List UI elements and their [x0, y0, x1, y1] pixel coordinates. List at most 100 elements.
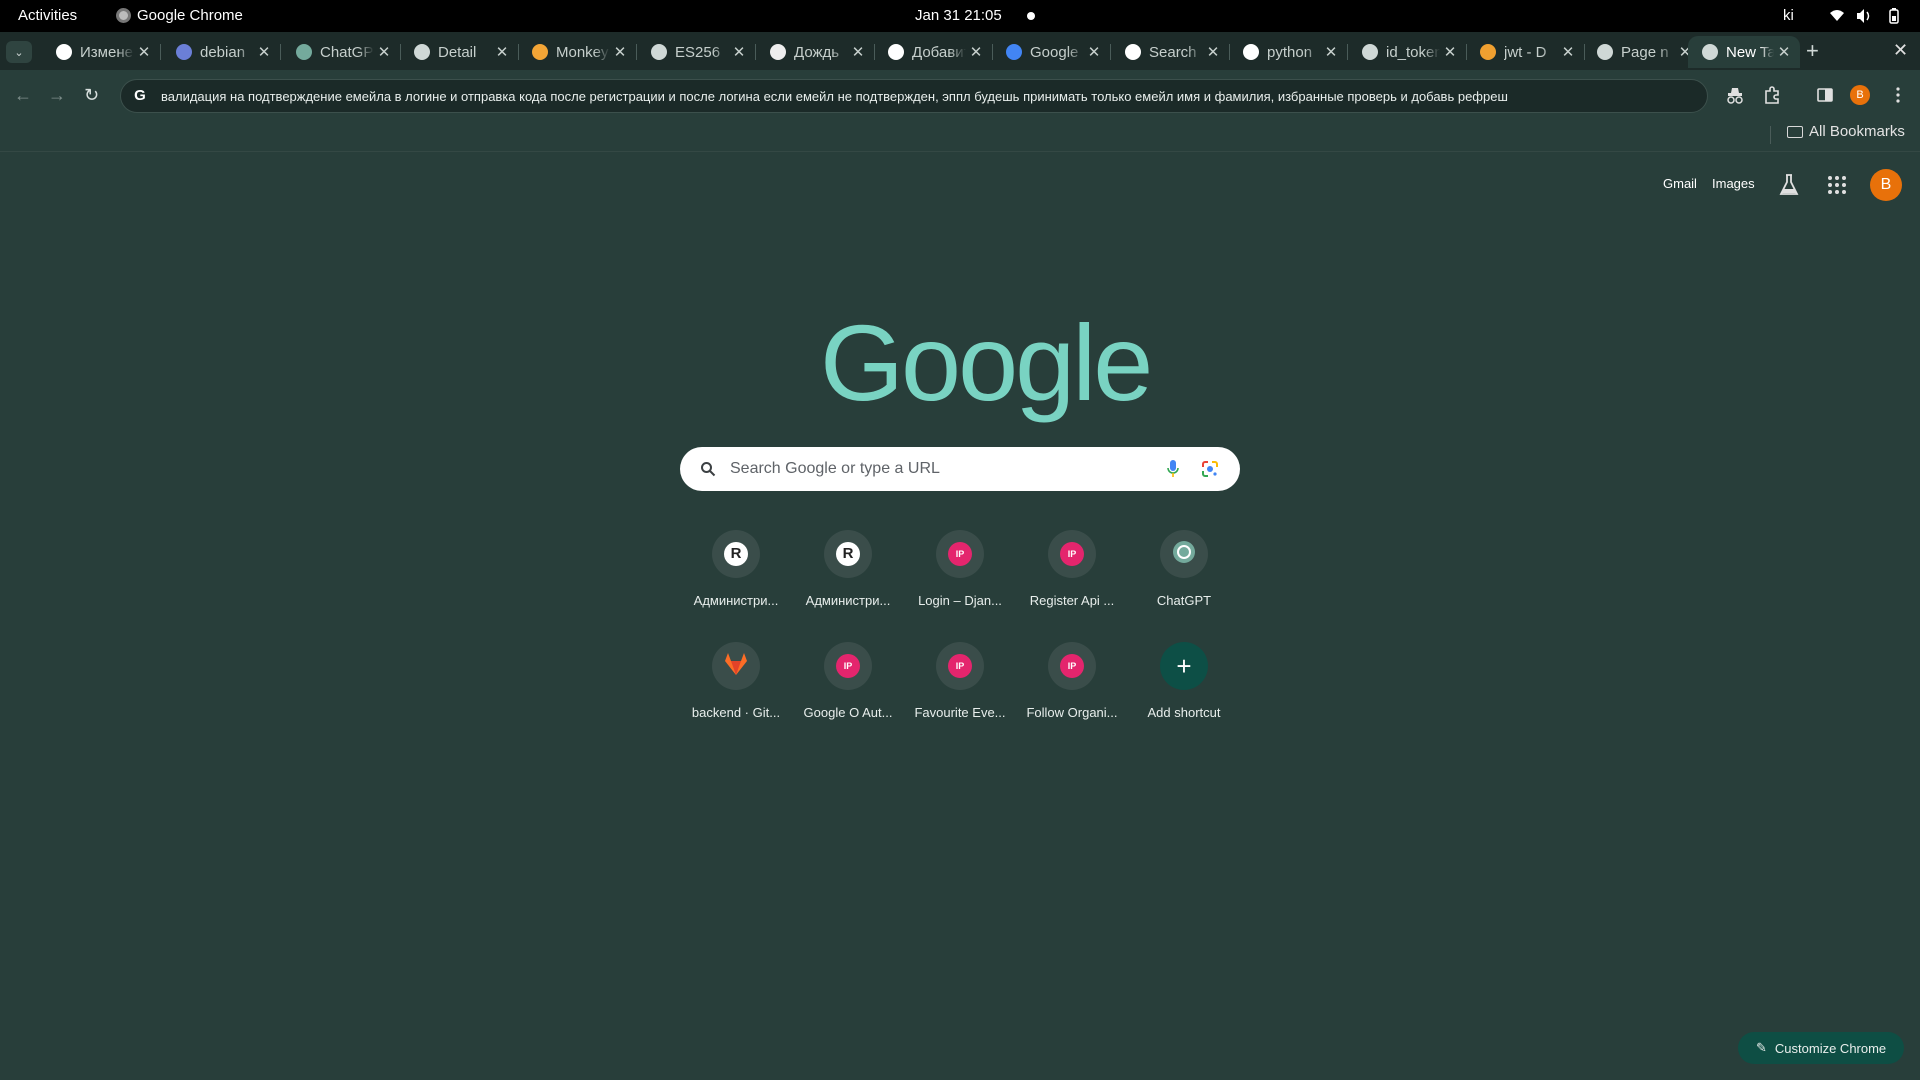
shortcut-tile[interactable]: IP Follow Organi... — [1016, 632, 1128, 744]
tab-close-icon[interactable]: ✕ — [1084, 43, 1104, 61]
bookmarks-separator — [1770, 126, 1771, 144]
tab-close-icon[interactable]: ✕ — [1440, 43, 1460, 61]
search-placeholder[interactable]: Search Google or type a URL — [730, 460, 940, 478]
shortcut-icon-circle: R — [712, 530, 760, 578]
tab[interactable]: Дождь ✕ — [756, 36, 875, 68]
tab[interactable]: python ✕ — [1229, 36, 1348, 68]
gmail-link[interactable]: Gmail — [1663, 176, 1697, 191]
tab-title: debian — [200, 43, 246, 61]
reload-button[interactable]: ↻ — [84, 85, 99, 106]
ip-favicon-icon: IP — [948, 654, 972, 678]
shortcut-icon-circle: IP — [936, 642, 984, 690]
tab[interactable]: Добавить✕ — [874, 36, 993, 68]
profile-avatar-button[interactable]: B — [1850, 85, 1870, 105]
tab-strip: ⌄ Изменение✕debian✕ChatGPT✕Detail✕Monkey… — [0, 32, 1920, 70]
tab-separator — [160, 44, 161, 60]
tab[interactable]: Search ✕ — [1111, 36, 1230, 68]
shortcut-label: Favourite Eve... — [914, 705, 1006, 720]
tab[interactable]: ES256 ✕ — [637, 36, 756, 68]
tab[interactable]: Detail ✕ — [400, 36, 519, 68]
tab-close-icon[interactable]: ✕ — [374, 43, 394, 61]
app-menu[interactable]: Google Chrome — [116, 7, 243, 24]
tab-close-icon[interactable]: ✕ — [1321, 43, 1341, 61]
apps-grid-icon[interactable] — [1827, 175, 1847, 195]
tab-close-icon[interactable]: ✕ — [492, 43, 512, 61]
tab-title: Google — [1030, 43, 1079, 61]
tab-close-icon[interactable]: ✕ — [1774, 43, 1794, 61]
tab[interactable]: Page n ✕ — [1583, 36, 1702, 68]
google-favicon-icon — [1243, 44, 1259, 60]
tab-close-icon[interactable]: ✕ — [134, 43, 154, 61]
chatgpt-icon — [1172, 540, 1196, 569]
shortcut-icon-circle: + — [1160, 642, 1208, 690]
address-bar[interactable]: G валидация на подтверждение емейла в ло… — [120, 79, 1708, 113]
tab-search-button[interactable]: ⌄ — [6, 41, 32, 63]
tab[interactable]: Monkey ✕ — [518, 36, 637, 68]
add-shortcut-tile[interactable]: + Add shortcut — [1128, 632, 1240, 744]
shortcut-tile[interactable]: ChatGPT — [1128, 520, 1240, 632]
search-icon — [701, 462, 716, 477]
address-bar-text[interactable]: валидация на подтверждение емейла в логи… — [161, 89, 1508, 104]
clock[interactable]: Jan 31 21:05 — [915, 7, 1002, 24]
tab-close-icon[interactable]: ✕ — [1203, 43, 1223, 61]
shortcut-tile[interactable]: R Администри... — [680, 520, 792, 632]
all-bookmarks-button[interactable]: All Bookmarks — [1787, 123, 1905, 140]
tab-title: Detail — [438, 43, 477, 61]
extensions-icon[interactable] — [1763, 85, 1783, 105]
tab-title: Дождь — [794, 43, 840, 61]
notification-dot-icon — [1027, 12, 1035, 20]
new-tab-button[interactable]: + — [1806, 38, 1819, 64]
shortcut-tile[interactable]: IP Favourite Eve... — [904, 632, 1016, 744]
tab-title: ChatGPT — [320, 43, 374, 61]
window-close-button[interactable]: ✕ — [1893, 40, 1908, 61]
R-favicon-icon — [56, 44, 72, 60]
keyboard-layout-indicator[interactable]: ki — [1783, 7, 1794, 24]
labs-flask-icon[interactable] — [1778, 173, 1800, 197]
tab-title: Изменение — [80, 43, 134, 61]
shortcut-tile[interactable]: backend · Git... — [680, 632, 792, 744]
volume-icon[interactable] — [1856, 8, 1872, 24]
back-button[interactable]: ← — [14, 85, 32, 106]
customize-chrome-button[interactable]: ✎ Customize Chrome — [1738, 1032, 1904, 1064]
shortcut-tile[interactable]: R Администри... — [792, 520, 904, 632]
tab[interactable]: Google ✕ — [992, 36, 1111, 68]
google-logo: Google — [820, 302, 1153, 423]
wifi-icon[interactable] — [1829, 8, 1845, 24]
forward-button[interactable]: → — [48, 85, 66, 106]
folder-icon — [1787, 125, 1803, 138]
chrome-icon — [116, 8, 131, 23]
ntp-search-box[interactable]: Search Google or type a URL — [680, 447, 1240, 491]
tab-close-icon[interactable]: ✕ — [848, 43, 868, 61]
ip-favicon-icon: IP — [836, 654, 860, 678]
all-bookmarks-label: All Bookmarks — [1809, 123, 1905, 140]
incognito-icon[interactable] — [1725, 85, 1745, 105]
shortcut-tile[interactable]: IP Register Api ... — [1016, 520, 1128, 632]
ip-favicon-icon: IP — [1060, 654, 1084, 678]
tab-close-icon[interactable]: ✕ — [966, 43, 986, 61]
battery-icon[interactable] — [1886, 8, 1902, 24]
images-link[interactable]: Images — [1712, 176, 1755, 191]
tab-title: New Tab — [1726, 43, 1774, 61]
side-panel-icon[interactable] — [1815, 85, 1835, 105]
account-avatar[interactable]: B — [1870, 169, 1902, 201]
shortcut-tile[interactable]: IP Login – Djan... — [904, 520, 1016, 632]
menu-kebab-icon[interactable] — [1888, 85, 1908, 105]
shortcut-label: ChatGPT — [1156, 593, 1212, 608]
shortcut-label: Follow Organi... — [1026, 705, 1118, 720]
voice-search-icon[interactable] — [1166, 459, 1180, 479]
R-favicon-icon — [888, 44, 904, 60]
activities-button[interactable]: Activities — [18, 7, 77, 24]
tab-close-icon[interactable]: ✕ — [1558, 43, 1578, 61]
shortcut-tile[interactable]: IP Google O Aut... — [792, 632, 904, 744]
tab[interactable]: New Tab✕ — [1688, 36, 1800, 68]
tab-close-icon[interactable]: ✕ — [254, 43, 274, 61]
tab-close-icon[interactable]: ✕ — [729, 43, 749, 61]
tab[interactable]: ChatGPT✕ — [282, 36, 401, 68]
tab[interactable]: id_token ✕ — [1348, 36, 1467, 68]
lens-search-icon[interactable] — [1200, 459, 1220, 479]
tab[interactable]: jwt - D ✕ — [1466, 36, 1585, 68]
tab[interactable]: Изменение✕ — [42, 36, 161, 68]
shortcut-icon-circle: IP — [936, 530, 984, 578]
tab[interactable]: debian ✕ — [162, 36, 281, 68]
tab-close-icon[interactable]: ✕ — [610, 43, 630, 61]
